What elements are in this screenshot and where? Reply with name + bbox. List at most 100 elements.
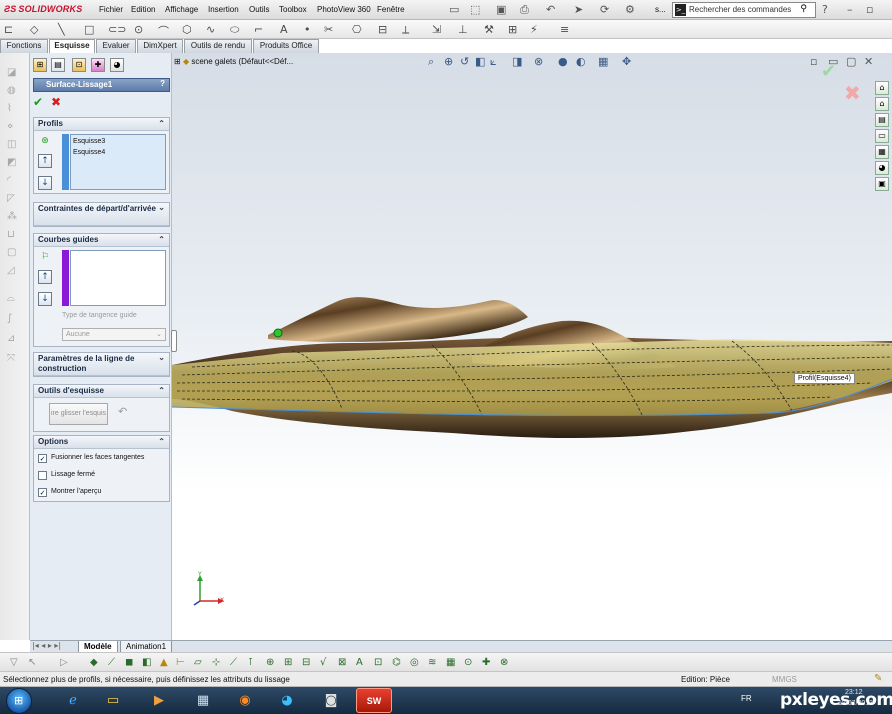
filter-planes-icon[interactable]: ▱ (194, 657, 202, 668)
tab-evaluer[interactable]: Evaluer (96, 39, 136, 53)
viewport-maximize-icon[interactable]: ▢ (846, 55, 856, 68)
previous-view-icon[interactable]: ↺ (460, 55, 469, 68)
filter-dimensions-icon[interactable]: ⊟ (302, 657, 310, 668)
rapid-sketch-icon[interactable]: ⚡ (530, 23, 538, 36)
scene-icon[interactable]: ▦ (598, 55, 608, 68)
dimxpert-icon[interactable]: ✚ (91, 58, 105, 72)
rebuild-status-icon[interactable]: ✎ (874, 673, 882, 684)
start-button[interactable]: ⊞ (6, 688, 32, 714)
drag-sketch-button[interactable]: ire glisser l'esquis (49, 403, 108, 425)
point-icon[interactable]: • (304, 23, 311, 36)
file-explorer-icon[interactable]: ▭ (875, 129, 889, 143)
slot-icon[interactable]: ⊂⊃ (108, 23, 126, 36)
filter-surface-bodies-icon[interactable]: ◧ (142, 657, 151, 668)
print-icon[interactable]: ⎙ (520, 3, 529, 17)
group-contraintes-header[interactable]: Contraintes de départ/d'arrivée ⌄ (34, 203, 169, 226)
menu-insertion[interactable]: Insertion (208, 5, 239, 14)
sketch-icon[interactable]: ⊏ (4, 23, 13, 36)
boundary-icon[interactable]: ◫ (7, 139, 16, 150)
menu-edition[interactable]: Edition (131, 5, 155, 14)
surface-icon[interactable]: ⌓ (7, 293, 15, 304)
curves-icon[interactable]: ∫ (7, 313, 12, 324)
sweep-icon[interactable]: ⌇ (7, 103, 12, 114)
rebuild-icon[interactable]: ⟳ (600, 3, 609, 16)
rib-icon[interactable]: ⊔ (7, 229, 15, 240)
options-icon[interactable]: ⚙ (625, 3, 635, 16)
draft-icon[interactable]: ◿ (7, 265, 15, 276)
open-icon[interactable]: ⬚ (470, 3, 480, 16)
select-icon[interactable]: ➤ (574, 3, 583, 16)
extrude-icon[interactable]: ◪ (7, 67, 16, 78)
checkbox-fusionner[interactable]: ✓ (38, 454, 47, 463)
language-indicator[interactable]: FR (741, 694, 752, 703)
group-options-header[interactable]: Options ⌃ (34, 436, 169, 449)
library-icon[interactable]: ▤ (875, 113, 889, 127)
restore-icon[interactable]: ▫ (866, 3, 873, 16)
new-doc-icon[interactable]: ▭ (449, 3, 459, 16)
group-courbes-header[interactable]: Courbes guides ⌃ (34, 234, 169, 247)
appearances-icon[interactable]: ◕ (875, 161, 889, 175)
quick-snaps-icon[interactable]: ⊞ (508, 23, 517, 36)
filter-routing-points-icon[interactable]: ⊗ (500, 657, 508, 668)
search-input[interactable]: Rechercher des commandes (689, 5, 791, 14)
menu-outils[interactable]: Outils (249, 5, 269, 14)
filter-datum-targets-icon[interactable]: ◎ (410, 657, 419, 668)
offset-icon[interactable]: ⊟ (378, 23, 387, 36)
guides-list[interactable] (70, 250, 166, 306)
tab-esquisse[interactable]: Esquisse (49, 39, 95, 53)
confirm-corner-cancel-icon[interactable]: ✖ (844, 81, 861, 105)
view-orientation-icon[interactable]: ◨ (512, 55, 522, 68)
menu-fenetre[interactable]: Fenêtre (377, 5, 405, 14)
instant3d-icon[interactable]: ⤧ (7, 353, 15, 364)
shell-icon[interactable]: ▢ (7, 247, 16, 258)
undo-icon[interactable]: ↶ (546, 3, 555, 16)
zoom-area-icon[interactable]: ⊕ (444, 55, 453, 68)
panel-splitter-handle[interactable] (171, 330, 177, 352)
arc-icon[interactable]: ⌒ (158, 23, 169, 39)
tab-produits-office[interactable]: Produits Office (253, 39, 319, 53)
group-profils-header[interactable]: Profils ⌃ (34, 118, 169, 131)
configuration-icon[interactable]: ⊡ (72, 58, 86, 72)
filter-datum-feature-icon[interactable]: ⊡ (374, 657, 382, 668)
pattern-icon[interactable]: ⁂ (7, 211, 17, 222)
group-parametres-header[interactable]: Paramètres de la ligne de construction ⌄ (34, 353, 169, 376)
filter-weld-symbols-icon[interactable]: ⌬ (392, 657, 401, 668)
search-icon[interactable]: ⚲ (800, 4, 807, 14)
filter-sketch-points-icon[interactable]: ⊹ (212, 657, 220, 668)
filter-cosmetic-threads-icon[interactable]: ≋ (428, 657, 436, 668)
expand-icon[interactable]: ⊞ (174, 57, 181, 66)
filter-edges-icon[interactable]: ⟋ (108, 657, 115, 668)
help-button[interactable]: ? (160, 79, 165, 88)
checkbox-apercu[interactable]: ✓ (38, 488, 47, 497)
dynamic-annotation-icon[interactable]: ⟀ (490, 55, 497, 69)
status-units[interactable]: MMGS (772, 675, 797, 684)
text-icon[interactable]: A (280, 23, 288, 36)
filter-blocks-icon[interactable]: ▦ (446, 657, 455, 668)
view-palette-icon[interactable]: ▦ (875, 145, 889, 159)
calculator-icon[interactable]: ▦ (188, 690, 218, 712)
menu-fichier[interactable]: Fichier (99, 5, 123, 14)
tab-dimxpert[interactable]: DimXpert (137, 39, 183, 53)
chamfer-icon[interactable]: ◸ (7, 193, 15, 204)
trim-icon[interactable]: ✂ (324, 23, 333, 36)
group-outils-header[interactable]: Outils d'esquisse ⌃ (34, 385, 169, 398)
cancel-button[interactable]: ✖ (51, 95, 61, 109)
line-icon[interactable]: ╲ (58, 23, 65, 36)
viewport-close-icon[interactable]: ✕ (864, 55, 873, 68)
graphics-area[interactable]: ⊞ ◆ scene galets (Défaut<<Déf... ⌕ ⊕ ↺ ◧… (172, 53, 892, 640)
menu-truncated[interactable]: s... (655, 5, 666, 14)
polygon-icon[interactable]: ⬡ (182, 23, 192, 36)
move-up-icon[interactable]: ↑ (38, 154, 52, 168)
move-icon[interactable]: ⇲ (432, 23, 441, 36)
filter-select-icon[interactable]: ↖ (28, 657, 36, 668)
save-icon[interactable]: ▣ (496, 3, 506, 16)
filter-faces-icon[interactable]: ◼ (125, 657, 133, 668)
repair-icon[interactable]: ⚒ (484, 23, 494, 36)
filter-solid-bodies-icon[interactable]: ▲ (160, 657, 168, 668)
explorer-folder-icon[interactable]: ▭ (98, 690, 128, 712)
app-chat-icon[interactable]: ◕ (272, 690, 302, 712)
smart-dimension-icon[interactable]: ◇ (30, 23, 38, 36)
filter-dowel-pin-icon[interactable]: ⊙ (464, 657, 472, 668)
filter-toggle-icon[interactable]: ▽ (10, 657, 18, 668)
custom-properties-icon[interactable]: ▣ (875, 177, 889, 191)
